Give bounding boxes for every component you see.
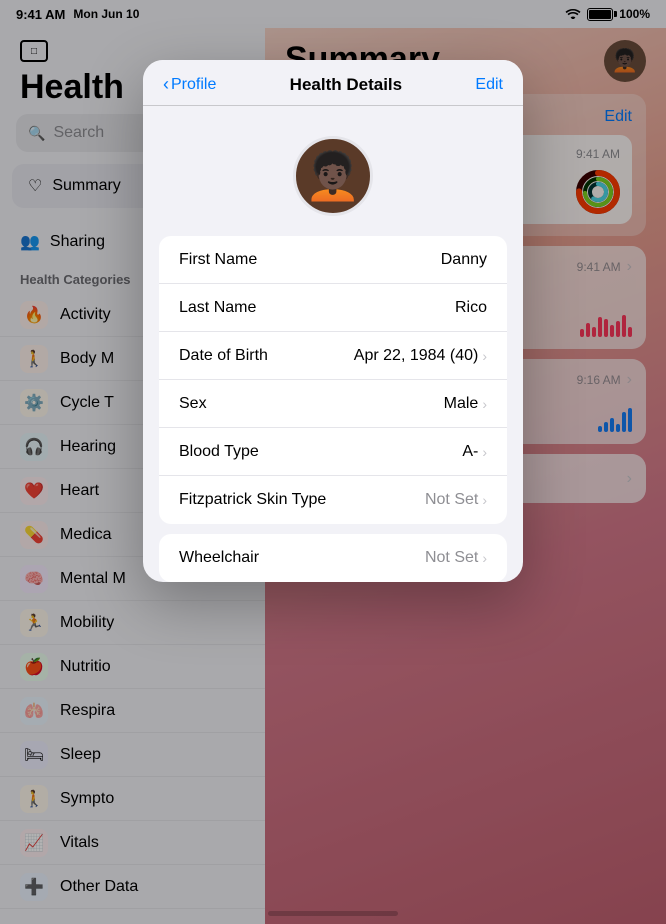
modal-edit-button[interactable]: Edit — [475, 76, 503, 94]
modal-fields-container: First Name Danny Last Name Rico Date of … — [143, 236, 523, 582]
field-bloodtype[interactable]: Blood Type A- › — [159, 428, 507, 476]
skintype-value-group: Not Set › — [425, 491, 487, 509]
dob-chevron-icon: › — [482, 348, 487, 364]
skintype-value: Not Set — [425, 491, 478, 509]
bloodtype-chevron-icon: › — [482, 444, 487, 460]
wheelchair-value-group: Not Set › — [425, 549, 487, 567]
home-indicator — [268, 911, 398, 916]
dob-label: Date of Birth — [179, 347, 268, 365]
modal-avatar-section: 🧑🏿‍🦱 — [143, 106, 523, 236]
modal-overlay[interactable]: ‹ Profile Health Details Edit 🧑🏿‍🦱 First… — [0, 0, 666, 924]
modal-title: Health Details — [290, 75, 402, 95]
modal-back-label: Profile — [171, 76, 216, 94]
status-bar: 9:41 AM Mon Jun 10 100% — [0, 0, 666, 28]
sex-value: Male — [444, 395, 479, 413]
dob-value: Apr 22, 1984 (40) — [354, 347, 479, 365]
lastname-value: Rico — [455, 299, 487, 317]
field-dob[interactable]: Date of Birth Apr 22, 1984 (40) › — [159, 332, 507, 380]
field-sex[interactable]: Sex Male › — [159, 380, 507, 428]
lastname-label: Last Name — [179, 299, 256, 317]
field-firstname[interactable]: First Name Danny — [159, 236, 507, 284]
firstname-label: First Name — [179, 251, 257, 269]
back-chevron-icon: ‹ — [163, 74, 169, 95]
health-details-modal: ‹ Profile Health Details Edit 🧑🏿‍🦱 First… — [143, 60, 523, 582]
wheelchair-value: Not Set — [425, 549, 478, 567]
sex-chevron-icon: › — [482, 396, 487, 412]
bloodtype-value-group: A- › — [462, 443, 487, 461]
bloodtype-value: A- — [462, 443, 478, 461]
battery-indicator — [587, 8, 613, 21]
modal-user-avatar[interactable]: 🧑🏿‍🦱 — [293, 136, 373, 216]
sex-value-group: Male › — [444, 395, 487, 413]
firstname-value: Danny — [441, 251, 487, 269]
wheelchair-chevron-icon: › — [482, 550, 487, 566]
dob-value-group: Apr 22, 1984 (40) › — [354, 347, 487, 365]
status-time: 9:41 AM — [16, 7, 65, 22]
field-wheelchair[interactable]: Wheelchair Not Set › — [159, 534, 507, 582]
wifi-icon — [565, 7, 581, 22]
modal-header: ‹ Profile Health Details Edit — [143, 60, 523, 106]
field-skintype[interactable]: Fitzpatrick Skin Type Not Set › — [159, 476, 507, 524]
bloodtype-label: Blood Type — [179, 443, 259, 461]
skintype-label: Fitzpatrick Skin Type — [179, 491, 326, 509]
modal-back-button[interactable]: ‹ Profile — [163, 74, 216, 95]
skintype-chevron-icon: › — [482, 492, 487, 508]
field-lastname[interactable]: Last Name Rico — [159, 284, 507, 332]
sex-label: Sex — [179, 395, 207, 413]
modal-fields-1: First Name Danny Last Name Rico Date of … — [159, 236, 507, 524]
wheelchair-label: Wheelchair — [179, 549, 259, 567]
battery-label: 100% — [619, 7, 650, 21]
status-day: Mon Jun 10 — [73, 7, 139, 21]
modal-fields-2: Wheelchair Not Set › — [159, 534, 507, 582]
